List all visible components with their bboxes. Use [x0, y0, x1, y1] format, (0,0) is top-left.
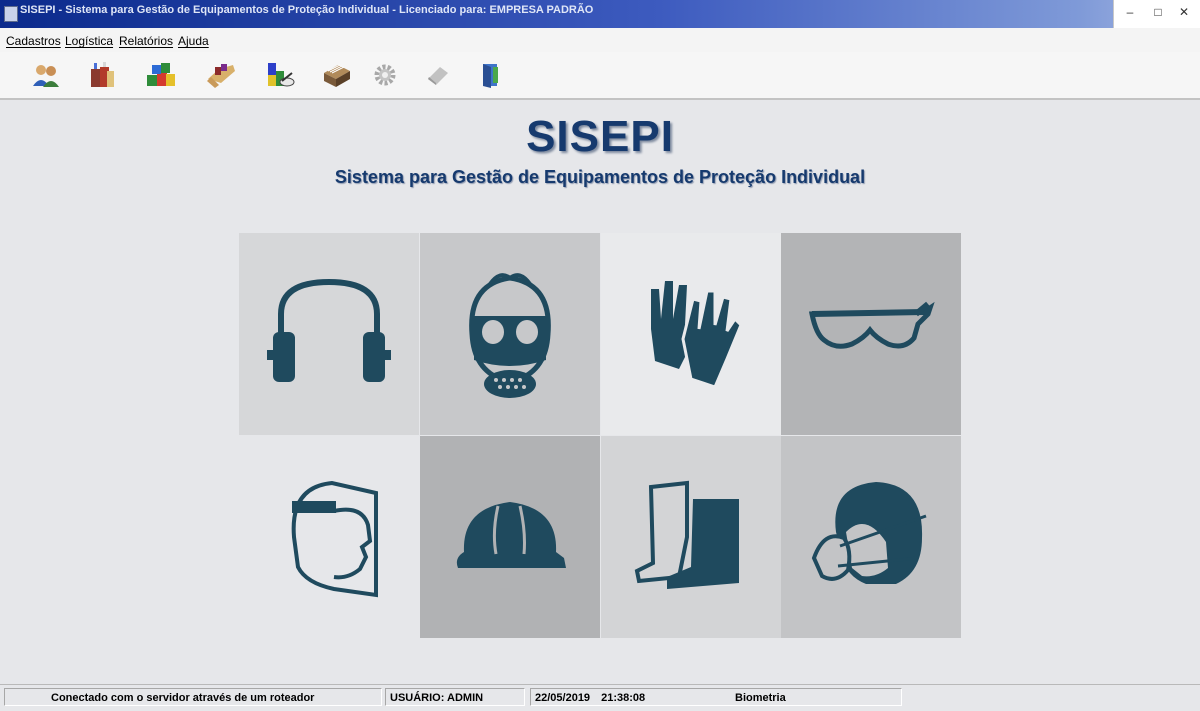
window-title: SISEPI - Sistema para Gestão de Equipame…	[20, 4, 594, 16]
colored-boxes-icon[interactable]	[143, 60, 179, 90]
status-time: 21:38:08	[601, 692, 646, 704]
eraser-icon[interactable]	[420, 60, 456, 90]
boots-icon	[601, 436, 781, 638]
face-shield-icon	[239, 436, 419, 638]
app-icon[interactable]	[4, 6, 18, 22]
menu-ajuda[interactable]: Ajuda	[178, 34, 209, 48]
file-box-icon[interactable]	[318, 60, 354, 90]
hard-hat-icon	[420, 436, 600, 638]
user-status: USUÁRIO: ADMIN	[385, 688, 525, 706]
title-bar: SISEPI - Sistema para Gestão de Equipame…	[0, 0, 1200, 28]
exit-door-icon[interactable]	[472, 60, 508, 90]
status-module: Biometria	[735, 692, 786, 704]
window-controls: – □ ✕	[1113, 0, 1200, 28]
color-blocks-icon[interactable]	[262, 60, 298, 90]
close-button[interactable]: ✕	[1174, 5, 1194, 19]
menu-relatorios[interactable]: Relatórios	[119, 34, 173, 48]
gear-icon[interactable]	[367, 60, 403, 90]
gift-boxes-icon[interactable]	[84, 60, 120, 90]
hand-with-items-icon[interactable]	[203, 60, 239, 90]
users-icon[interactable]	[28, 60, 64, 90]
status-bar: Conectado com o servidor através de um r…	[0, 684, 1200, 711]
respirator-mask-icon	[781, 436, 961, 638]
ppe-grid	[239, 233, 961, 638]
menu-logistica[interactable]: Logística	[65, 34, 113, 48]
app-logo: SISEPI	[526, 112, 674, 161]
menu-bar: Cadastros Logística Relatórios Ajuda	[0, 28, 1200, 53]
date-time-status: 22/05/2019 21:38:08 Biometria	[530, 688, 902, 706]
minimize-button[interactable]: –	[1120, 5, 1140, 19]
menu-cadastros[interactable]: Cadastros	[6, 34, 61, 48]
gas-mask-icon	[420, 233, 600, 435]
app-subtitle: Sistema para Gestão de Equipamentos de P…	[334, 167, 866, 187]
safety-glasses-icon	[781, 233, 961, 435]
toolbar	[0, 52, 1200, 100]
ear-muffs-icon	[239, 233, 419, 435]
maximize-button[interactable]: □	[1148, 5, 1168, 19]
gloves-icon	[601, 233, 781, 435]
connection-status: Conectado com o servidor através de um r…	[4, 688, 382, 706]
status-date: 22/05/2019	[535, 692, 591, 704]
